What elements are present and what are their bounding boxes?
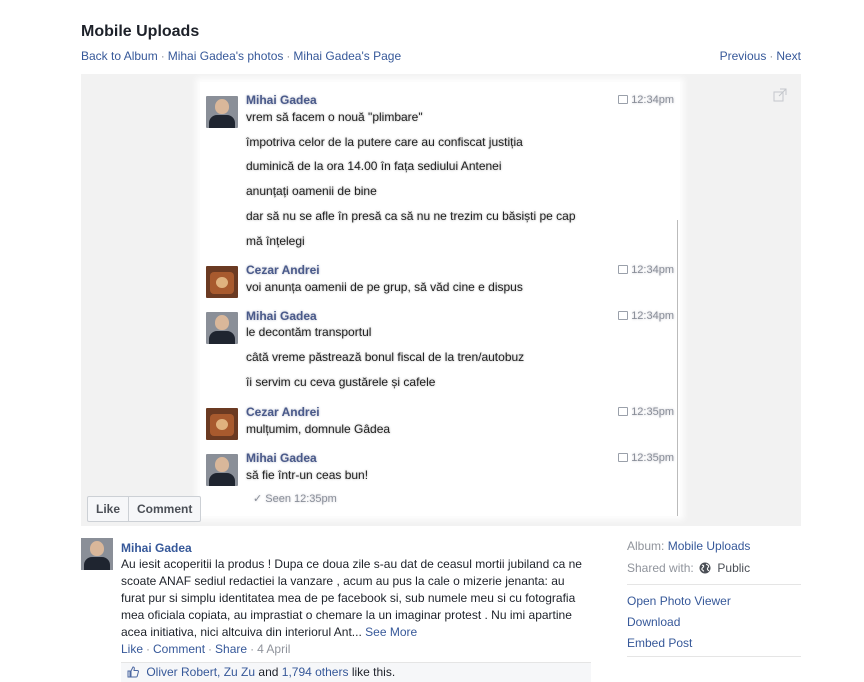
page-title: Mobile Uploads [81, 23, 200, 40]
avatar [206, 266, 238, 298]
avatar [206, 96, 238, 128]
message-time-text: 12:35pm [631, 406, 674, 418]
message-icon [618, 453, 629, 462]
message-line: să fie într-un ceas bun! [246, 468, 369, 482]
album-label: Album: [627, 539, 665, 553]
author-avatar[interactable] [81, 538, 113, 570]
message-time: 12:34pm [618, 262, 674, 278]
breadcrumb-separator: · [160, 49, 165, 63]
user-page-link[interactable]: Mihai Gadea's Page [293, 49, 401, 63]
message-author: Mihai Gadea [246, 451, 317, 465]
message-time: 12:34pm [618, 308, 674, 324]
embed-post-link[interactable]: Embed Post [627, 635, 801, 651]
post-actions: Like · Comment · Share · 4 April [121, 641, 290, 657]
post-author-link[interactable]: Mihai Gadea [121, 540, 192, 556]
likes-suffix: like this. [351, 665, 396, 679]
album-info: Album: Mobile Uploads [627, 538, 801, 554]
avatar [206, 408, 238, 440]
actions-separator: · [250, 642, 255, 656]
message-author: Cezar Andrei [246, 405, 320, 419]
post-text-body: Au iesit acoperitii la produs ! Dupa ce … [121, 557, 582, 639]
photo-like-comment-bar: Like Comment [87, 496, 202, 522]
comment-button[interactable]: Comment [128, 497, 200, 521]
post-share-link[interactable]: Share [215, 642, 247, 656]
likes-and-text: and [258, 665, 279, 679]
photo-pager: Previous · Next [720, 48, 801, 64]
message-line: duminică de la ora 14.00 în fața sediulu… [246, 159, 502, 173]
shared-with-value: Public [717, 561, 751, 575]
globe-icon [699, 562, 711, 574]
message-line: îi servim cu ceva gustărele și cafele [246, 375, 436, 389]
message-line: câtă vreme păstrează bonul fiscal de la … [246, 350, 525, 364]
post-date-link[interactable]: 4 April [257, 642, 290, 656]
privacy-info: Shared with: Public [627, 560, 801, 576]
message-icon [618, 407, 629, 416]
next-photo-link[interactable]: Next [776, 49, 801, 63]
message-line: voi anunța oamenii de pe grup, să văd ci… [246, 280, 523, 294]
message-icon [618, 311, 629, 320]
see-more-link[interactable]: See More [365, 625, 417, 639]
actions-separator: · [208, 642, 213, 656]
photo-sidebar: Album: Mobile Uploads Shared with: Publi… [627, 538, 801, 665]
message-line: anunțați oamenii de bine [246, 184, 377, 198]
expand-icon[interactable] [773, 88, 787, 102]
avatar [206, 454, 238, 486]
photo-stage[interactable]: Mihai Gadea 12:34pm vrem să facem o nouă… [81, 74, 801, 526]
message-line: le decontăm transportul [246, 325, 372, 339]
sidebar-divider [627, 584, 801, 585]
chat-screenshot-image: Mihai Gadea 12:34pm vrem să facem o nouă… [200, 82, 680, 516]
post-like-link[interactable]: Like [121, 642, 143, 656]
message-line: vrem să facem o nouă "plimbare" [246, 110, 423, 124]
likes-summary: Oliver Robert, Zu Zu and 1,794 others li… [121, 662, 591, 682]
message-author: Mihai Gadea [246, 93, 317, 107]
post-text: Au iesit acoperitii la produs ! Dupa ce … [121, 556, 591, 641]
seen-status: ✓ Seen 12:35pm [253, 493, 337, 505]
message-time: 12:35pm [618, 450, 674, 466]
album-link[interactable]: Mobile Uploads [668, 539, 751, 553]
back-to-album-link[interactable]: Back to Album [81, 49, 158, 63]
message-time: 12:35pm [618, 404, 674, 420]
message-icon [618, 95, 629, 104]
message-line: împotriva celor de la putere care au con… [246, 135, 523, 149]
download-link[interactable]: Download [627, 614, 801, 630]
user-photos-link[interactable]: Mihai Gadea's photos [168, 49, 284, 63]
pager-separator: · [769, 49, 774, 63]
message-time-text: 12:34pm [631, 94, 674, 106]
avatar [206, 312, 238, 344]
message-author: Mihai Gadea [246, 309, 317, 323]
chat-scrollbar [677, 220, 678, 516]
thumbs-up-icon [127, 666, 139, 678]
sidebar-divider [627, 656, 801, 657]
message-time-text: 12:34pm [631, 310, 674, 322]
likers-names-link[interactable]: Oliver Robert, Zu Zu [146, 665, 255, 679]
message-time: 12:34pm [618, 92, 674, 108]
message-line: mă înțelegi [246, 234, 305, 248]
shared-with-label: Shared with: [627, 561, 694, 575]
others-likes-link[interactable]: 1,794 others [282, 665, 349, 679]
photo-options-menu: Open Photo Viewer Download Embed Post [627, 593, 801, 651]
message-icon [618, 265, 629, 274]
message-time-text: 12:34pm [631, 264, 674, 276]
message-line: dar să nu se afle în presă ca să nu ne t… [246, 209, 576, 223]
previous-photo-link[interactable]: Previous [720, 49, 767, 63]
open-photo-viewer-link[interactable]: Open Photo Viewer [627, 593, 801, 609]
post-comment-link[interactable]: Comment [153, 642, 205, 656]
like-button[interactable]: Like [88, 497, 128, 521]
message-line: mulțumim, domnule Gâdea [246, 422, 391, 436]
actions-separator: · [146, 642, 151, 656]
breadcrumb: Back to Album · Mihai Gadea's photos · Mihai… [81, 48, 401, 64]
message-time-text: 12:35pm [631, 452, 674, 464]
photo-header: Mobile Uploads Back to Album · Mihai Gadea… [81, 22, 801, 63]
message-author: Cezar Andrei [246, 263, 320, 277]
breadcrumb-separator: · [286, 49, 291, 63]
